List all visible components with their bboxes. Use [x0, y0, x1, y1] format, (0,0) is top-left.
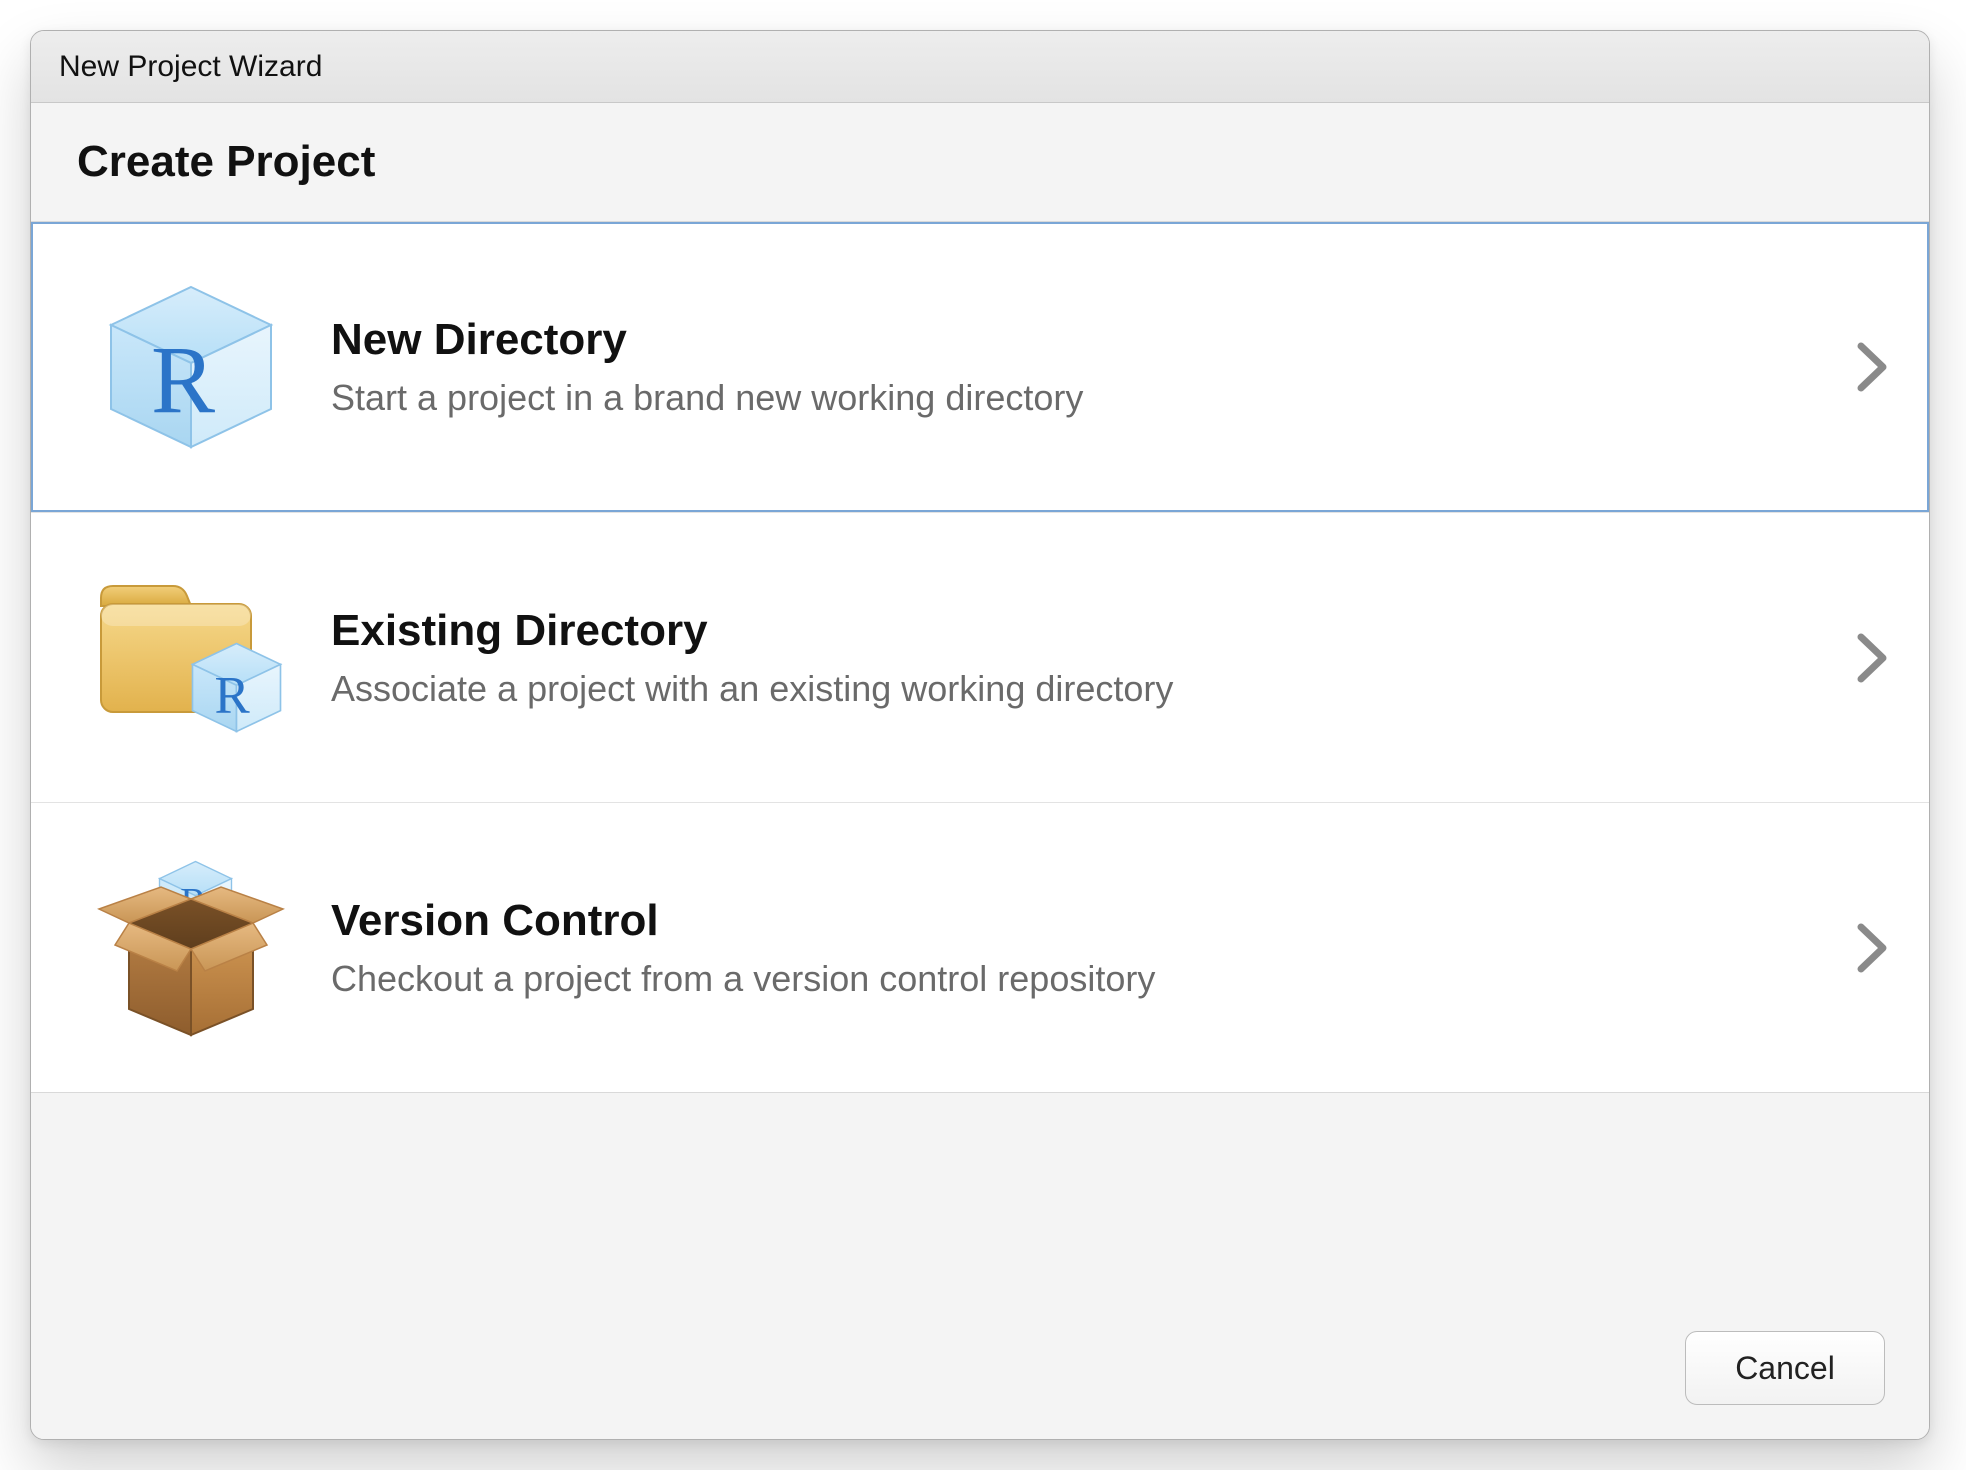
option-existing-directory[interactable]: R Existing Directory Associate a project… [31, 512, 1929, 802]
option-list: R New Directory Start a project in a bra… [31, 221, 1929, 1093]
chevron-right-icon [1855, 340, 1889, 394]
option-description: Checkout a project from a version contro… [331, 958, 1835, 1000]
option-new-directory[interactable]: R New Directory Start a project in a bra… [31, 222, 1929, 512]
cancel-button-label: Cancel [1735, 1350, 1835, 1387]
option-description: Associate a project with an existing wor… [331, 668, 1835, 710]
r-cube-icon: R [91, 267, 291, 467]
dialog-title: New Project Wizard [59, 50, 322, 84]
box-r-cube-icon: R [91, 848, 291, 1048]
option-title: Version Control [331, 896, 1835, 946]
dialog-footer: Cancel [31, 1093, 1929, 1439]
option-description: Start a project in a brand new working d… [331, 377, 1835, 419]
folder-r-cube-icon: R [91, 558, 291, 758]
option-title: New Directory [331, 315, 1835, 365]
option-title: Existing Directory [331, 606, 1835, 656]
chevron-right-icon [1855, 631, 1889, 685]
dialog-titlebar: New Project Wizard [31, 31, 1929, 103]
cancel-button[interactable]: Cancel [1685, 1331, 1885, 1405]
dialog-header: Create Project [31, 103, 1929, 221]
option-version-control[interactable]: R Version Control [31, 802, 1929, 1092]
svg-text:R: R [215, 666, 251, 724]
chevron-right-icon [1855, 921, 1889, 975]
svg-text:R: R [151, 326, 215, 433]
page-title: Create Project [77, 137, 375, 187]
new-project-dialog: New Project Wizard Create Project [30, 30, 1930, 1440]
